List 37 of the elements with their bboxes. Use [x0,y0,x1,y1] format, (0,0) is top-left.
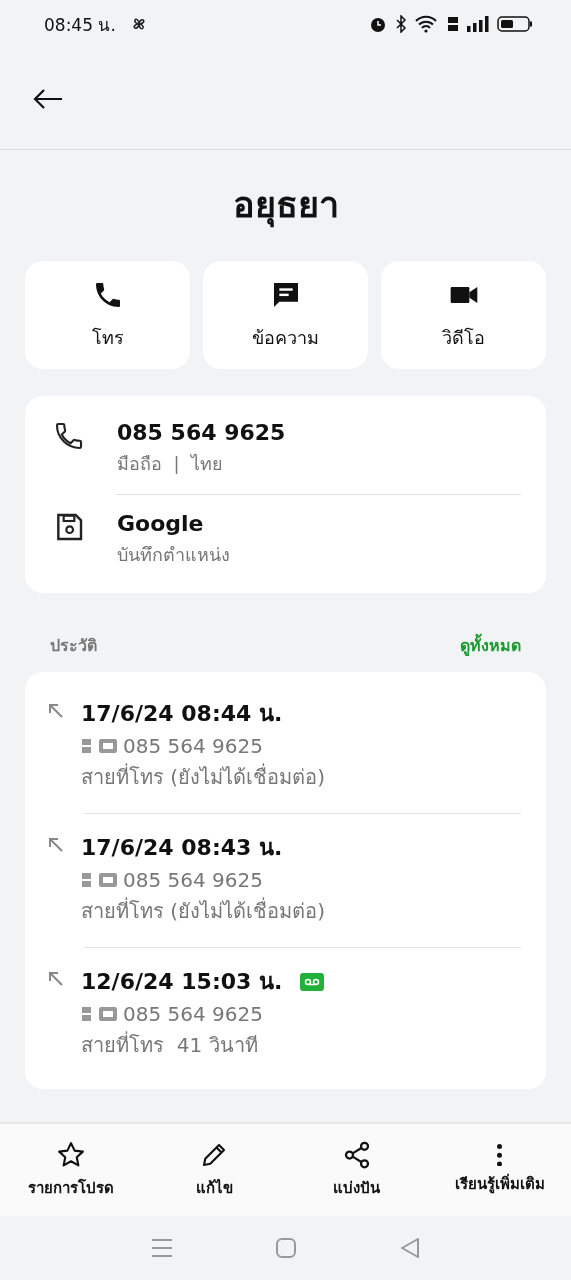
outgoing-arrow-icon [47,970,65,988]
info-title: 085 564 9625 [117,420,286,445]
call-number: 085 564 9625 [123,734,263,758]
battery-icon [497,15,533,33]
edit-button[interactable]: แก้ไข [142,1124,286,1216]
share-button[interactable]: แบ่งปัน [285,1124,429,1216]
wifi-icon [415,15,439,33]
outgoing-arrow-icon [47,702,65,720]
bluetooth-icon [395,15,407,33]
call-detail: สายที่โทร (ยังไม่ได้เชื่อมต่อ) [81,896,325,925]
call-detail: สายที่โทร 41 วินาที [81,1030,259,1059]
status-time: 08:45 น. [44,13,116,37]
outgoing-arrow-icon [47,836,65,854]
contact-name: อยุธยา [232,176,339,233]
menu-icon[interactable] [151,1238,174,1258]
call-time: 17/6/24 08:43 น. [81,834,283,862]
signal-icon [467,16,489,32]
call-button[interactable]: โทร [25,261,190,369]
message-button[interactable]: ข้อความ [203,261,368,369]
call-number: 085 564 9625 [123,868,263,892]
more-button[interactable]: เรียนรู้เพิ่มเติม [428,1124,571,1216]
info-subtitle: มือถือ | ไทย [117,452,224,476]
info-subtitle: บันทึกตำแหน่ง [117,543,230,567]
video-button[interactable]: วิดีโอ [381,261,546,369]
section-label: ประวัติ [50,635,97,657]
back-icon[interactable] [399,1237,420,1259]
call-time: 12/6/24 15:03 น. [81,968,283,996]
favorite-button[interactable]: รายการโปรด [0,1124,143,1216]
alarm-icon [369,15,387,33]
voicemail-icon [300,972,325,991]
home-icon[interactable] [275,1237,298,1259]
call-detail: สายที่โทร (ยังไม่ได้เชื่อมต่อ) [81,762,325,791]
more-icon [497,1143,503,1167]
info-title: Google [117,511,205,536]
call-number: 085 564 9625 [123,1002,263,1026]
phone-icon [53,420,85,452]
call-time: 17/6/24 08:44 น. [81,700,283,728]
